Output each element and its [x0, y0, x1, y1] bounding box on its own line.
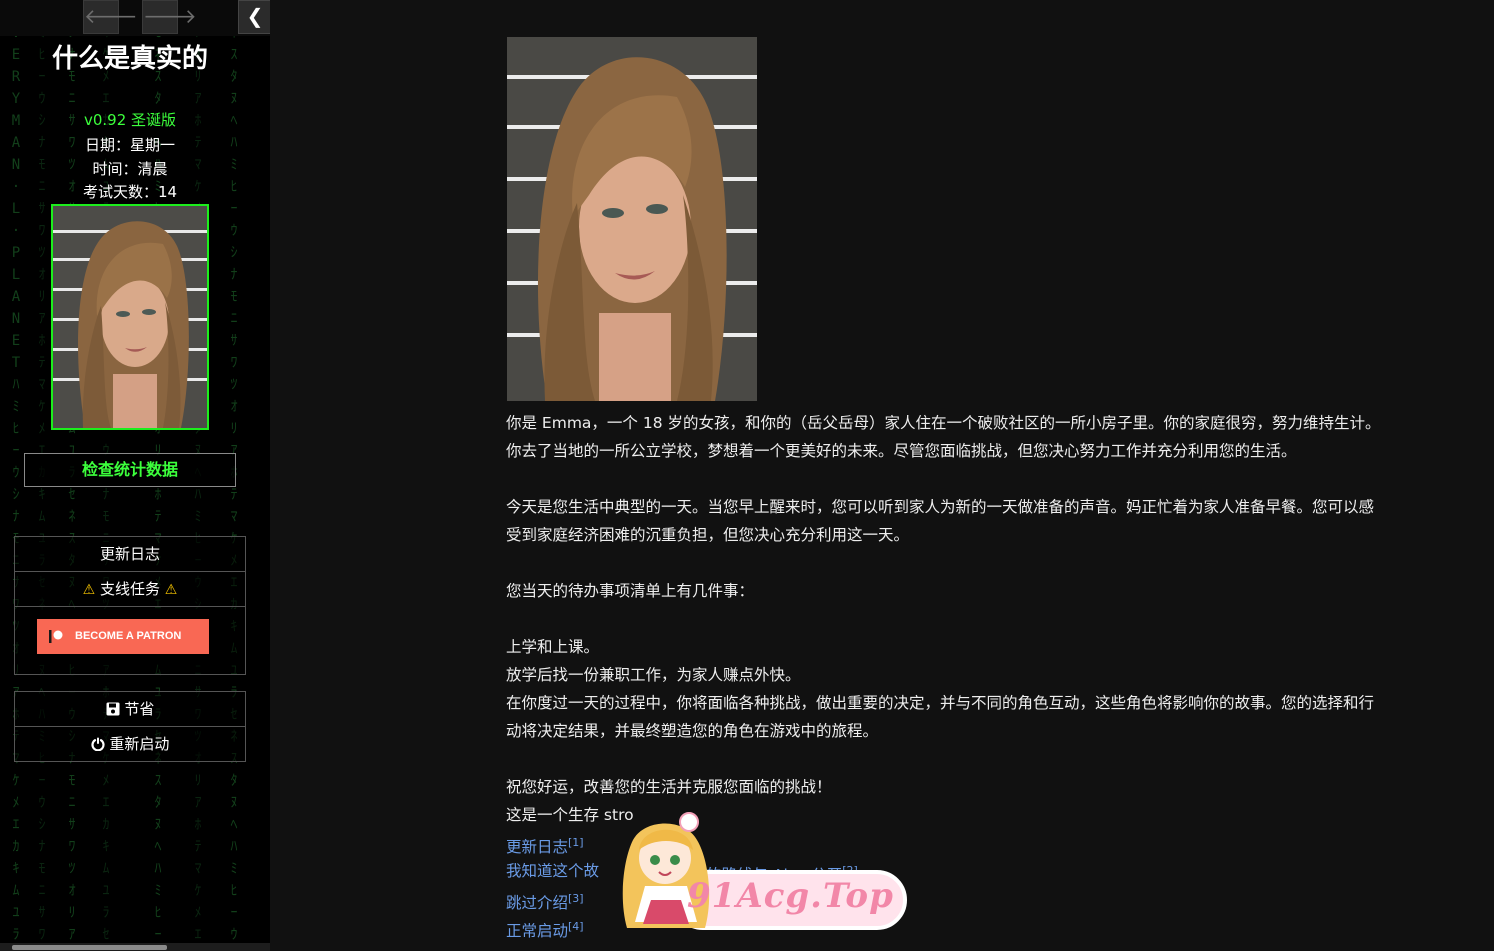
- normal-start-link-label: 正常启动: [506, 922, 569, 941]
- warning-icon: ⚠: [82, 582, 96, 598]
- patreon-icon: [49, 630, 63, 643]
- character-portrait: [51, 204, 209, 430]
- story-paragraph: 在你度过一天的过程中，你将面临各种挑战，做出重要的决定，并与不同的角色互动，这些…: [506, 694, 1375, 740]
- forward-button[interactable]: 🡒: [142, 0, 197, 34]
- character-photo: [507, 37, 757, 401]
- power-icon: [91, 737, 105, 752]
- restart-menu-item[interactable]: 重新启动: [15, 727, 245, 761]
- story-title: 什么是真实的: [51, 44, 208, 74]
- known-story-link[interactable]: 我知道这个故: [506, 857, 599, 885]
- changelog-link-label: 更新日志: [506, 838, 569, 857]
- changelog-menu-item[interactable]: 更新日志: [15, 537, 245, 572]
- check-stats-button[interactable]: 检查统计数据: [24, 453, 236, 487]
- side-quests-label: 支线任务: [99, 580, 160, 598]
- arrow-right-icon: 🡒: [143, 4, 197, 28]
- restart-label: 重新启动: [109, 735, 170, 753]
- chevron-left-icon: ❮: [246, 4, 264, 28]
- link-ref: [3]: [568, 892, 584, 905]
- story-paragraph: 今天是您生活中典型的一天。当您早上醒来时，您可以听到家人为新的一天做准备的声音。…: [506, 498, 1375, 544]
- save-restart-menu: 节省 重新启动: [14, 691, 246, 762]
- save-label: 节省: [124, 700, 155, 718]
- todo-item: 上学和上课。: [506, 638, 600, 656]
- scrollbar-thumb[interactable]: [12, 945, 167, 950]
- become-patron-label: BECOME A PATRON: [75, 630, 182, 642]
- changelog-label: 更新日志: [99, 545, 160, 563]
- watermark-text: 91Acg.Top: [687, 876, 894, 916]
- save-menu-item[interactable]: 节省: [15, 692, 245, 727]
- side-quests-menu-item[interactable]: ⚠ 支线任务 ⚠: [15, 572, 245, 607]
- todo-item: 放学后找一份兼职工作，为家人赚点外快。: [506, 666, 801, 684]
- back-button[interactable]: 🡐: [83, 0, 138, 34]
- normal-start-link[interactable]: 正常启动[4]: [506, 913, 584, 945]
- collapse-sidebar-button[interactable]: ❮: [238, 0, 270, 34]
- intro-paragraph: 你是 Emma，一个 18 岁的女孩，和你的（岳父岳母）家人住在一个破败社区的一…: [506, 414, 1381, 460]
- become-patron-button[interactable]: BECOME A PATRON: [37, 619, 209, 654]
- floppy-disk-icon: [106, 702, 120, 716]
- time-label: 时间：清晨: [92, 160, 168, 178]
- link-ref: [4]: [568, 920, 584, 933]
- site-watermark-logo: 91Acg.Top: [605, 800, 910, 935]
- link-ref: [1]: [568, 836, 584, 849]
- day-label: 日期：星期一: [84, 136, 175, 154]
- todo-heading: 您当天的待办事项清单上有几件事：: [506, 582, 755, 600]
- good-luck-text: 祝您好运，改善您的生活并克服您面临的挑战！: [506, 778, 832, 796]
- arrow-left-icon: 🡐: [84, 4, 138, 28]
- warning-icon: ⚠: [164, 582, 178, 598]
- sidebar: EVERYMAN·L·PLANETﾊﾐﾋｰｳｼﾅﾓﾆｻﾜﾂｵﾘｱﾎﾃﾏｹﾒｴｶｷ…: [0, 0, 270, 951]
- version-label: v0.92 圣诞版: [83, 111, 177, 129]
- known-story-link-label: 我知道这个故: [506, 862, 600, 880]
- skip-intro-link-label: 跳过介绍: [506, 894, 569, 913]
- exam-days-label: 考试天数：14: [82, 183, 178, 201]
- sidebar-menu: 更新日志 ⚠ 支线任务 ⚠ BECOME A PATRON: [14, 536, 246, 675]
